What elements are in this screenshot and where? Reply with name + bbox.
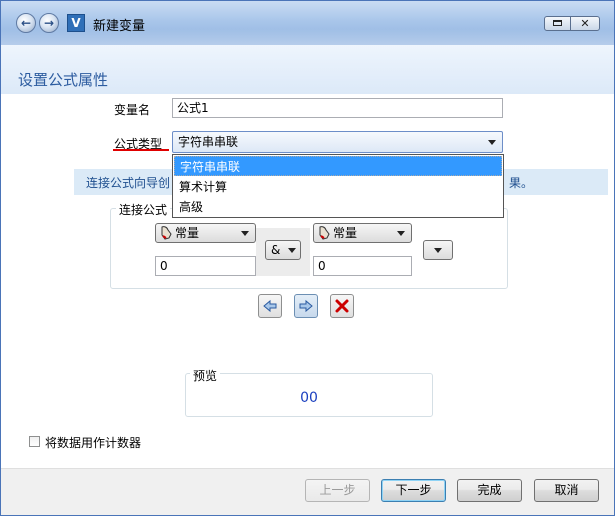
connect-formula-legend: 连接公式 (116, 201, 171, 218)
required-underline (113, 149, 169, 151)
use-as-counter-label[interactable]: 将数据用作计数器 (45, 434, 141, 451)
close-button[interactable]: ✕ (571, 17, 599, 30)
maximize-icon (553, 20, 562, 26)
move-left-button[interactable] (258, 294, 282, 318)
right-operand-input[interactable]: 0 (313, 256, 412, 276)
chevron-down-icon (288, 248, 296, 253)
new-variable-window: ← → V 新建变量 ✕ 设置公式属性 变量名 公式1 公式类型 字符串串联 连… (0, 0, 615, 516)
delete-x-icon (335, 299, 349, 313)
left-operand-input[interactable]: 0 (155, 256, 256, 276)
back-arrow-icon[interactable]: ← (16, 13, 36, 33)
dropdown-option-arithmetic[interactable]: 算术计算 (174, 177, 502, 197)
left-operand-type-label: 常量 (175, 226, 200, 240)
next-operator-select[interactable] (423, 240, 453, 260)
var-name-input[interactable]: 公式1 (172, 98, 503, 118)
dropdown-option-advanced[interactable]: 高级 (174, 197, 502, 217)
operator-select[interactable]: & (265, 240, 301, 260)
dropdown-option-concat[interactable]: 字符串串联 (174, 156, 502, 176)
cancel-button[interactable]: 取消 (534, 479, 599, 502)
formula-type-select[interactable]: 字符串串联 (172, 131, 503, 153)
use-as-counter-checkbox[interactable] (29, 436, 40, 447)
window-title: 新建变量 (93, 19, 146, 34)
app-logo-icon: V (67, 14, 85, 32)
right-operand-type-label: 常量 (333, 226, 358, 240)
maximize-button[interactable] (545, 17, 571, 30)
move-right-button[interactable] (294, 294, 318, 318)
formula-type-selected: 字符串串联 (178, 135, 239, 149)
var-name-label: 变量名 (114, 103, 151, 117)
info-text-left: 连接公式向导创 (86, 176, 171, 190)
hand-pointer-icon (319, 226, 330, 240)
move-left-icon (263, 299, 277, 313)
left-operand-type-button[interactable]: 常量 (155, 223, 256, 243)
move-right-icon (299, 299, 313, 313)
preview-value: 00 (300, 390, 318, 406)
prev-step-button[interactable]: 上一步 (305, 479, 370, 502)
operator-label: & (271, 243, 281, 257)
forward-arrow-icon[interactable]: → (39, 13, 59, 33)
info-text-right: 果。 (509, 176, 534, 190)
chevron-down-icon (241, 231, 249, 236)
page-title: 设置公式属性 (18, 71, 109, 89)
delete-button[interactable] (330, 294, 354, 318)
title-bar: ← → V 新建变量 ✕ (1, 1, 614, 45)
finish-button[interactable]: 完成 (457, 479, 522, 502)
window-caption-buttons: ✕ (544, 16, 600, 31)
hand-pointer-icon (161, 226, 172, 240)
chevron-down-icon (397, 231, 405, 236)
right-operand-type-button[interactable]: 常量 (313, 223, 412, 243)
chevron-down-icon (434, 248, 442, 253)
preview-legend: 预览 (190, 367, 221, 384)
formula-type-dropdown: 字符串串联 算术计算 高级 (172, 154, 504, 218)
wizard-header: 设置公式属性 (1, 45, 614, 94)
next-step-button[interactable]: 下一步 (381, 479, 446, 502)
chevron-down-icon (488, 140, 496, 145)
